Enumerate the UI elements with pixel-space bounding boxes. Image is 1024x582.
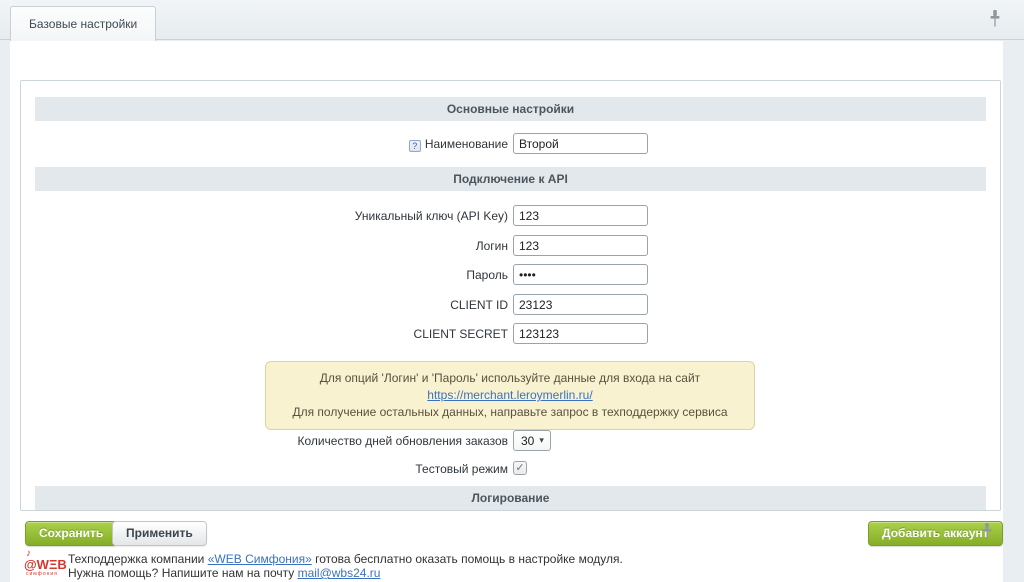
client-secret-input[interactable] xyxy=(513,323,648,344)
chevron-down-icon: ▾ xyxy=(539,435,544,446)
field-row-order-days: Количество дней обновления заказов 30 ▾ xyxy=(21,430,1000,452)
support-line1: Техподдержка компании xyxy=(68,552,208,566)
web-symphony-link[interactable]: «WEB Симфония» xyxy=(208,552,312,566)
name-label-text: Наименование xyxy=(425,137,508,151)
test-mode-checkbox[interactable]: ✓ xyxy=(513,461,527,475)
section-title: Подключение к API xyxy=(453,172,568,186)
support-text: Техподдержка компании «WEB Симфония» гот… xyxy=(68,552,623,580)
pin-icon[interactable] xyxy=(980,522,994,544)
note-line1: Для опций 'Логин' и 'Пароль' используйте… xyxy=(320,371,700,385)
section-header-main: Основные настройки xyxy=(35,97,986,121)
section-header-logging: Логирование xyxy=(35,486,986,510)
field-row-client-secret: CLIENT SECRET xyxy=(21,323,1000,345)
field-row-password: Пароль xyxy=(21,264,1000,286)
field-row-name: ? Наименование xyxy=(21,133,1000,155)
password-label: Пароль xyxy=(21,264,508,286)
tab-label: Базовые настройки xyxy=(29,17,137,31)
password-input[interactable] xyxy=(513,264,648,285)
order-days-select[interactable]: 30 ▾ xyxy=(513,430,551,451)
section-title: Логирование xyxy=(472,491,550,505)
order-days-value: 30 xyxy=(521,434,534,448)
settings-form-panel: Основные настройки ? Наименование Подключ… xyxy=(20,80,1001,511)
support-line1-suffix: готова бесплатно оказать помощь в настро… xyxy=(312,552,623,566)
login-input[interactable] xyxy=(513,235,648,256)
settings-page: Основные настройки ? Наименование Подключ… xyxy=(10,41,1003,582)
apply-button[interactable]: Применить xyxy=(112,521,207,546)
support-line2: Нужна помощь? Напишите нам на почту xyxy=(68,566,298,580)
mail-link[interactable]: mail@wbs24.ru xyxy=(298,566,381,580)
client-id-input[interactable] xyxy=(513,294,648,315)
client-secret-label: CLIENT SECRET xyxy=(21,323,508,345)
tab-basic-settings[interactable]: Базовые настройки xyxy=(10,6,156,41)
login-label: Логин xyxy=(21,235,508,257)
field-row-test-mode: Тестовый режим ✓ xyxy=(21,458,1000,480)
section-header-api: Подключение к API xyxy=(35,167,986,191)
name-label: ? Наименование xyxy=(21,133,508,155)
field-row-client-id: CLIENT ID xyxy=(21,294,1000,316)
order-days-label: Количество дней обновления заказов xyxy=(21,430,508,452)
name-input[interactable] xyxy=(513,133,648,154)
field-row-api-key: Уникальный ключ (API Key) xyxy=(21,205,1000,227)
api-key-label: Уникальный ключ (API Key) xyxy=(21,205,508,227)
logo-text: @WΞB xyxy=(24,557,67,572)
note-line2: Для получение остальных данных, направьт… xyxy=(292,405,727,419)
web-symphony-logo[interactable]: ♪ @WΞB симфония xyxy=(24,553,66,579)
logo-subtext: симфония xyxy=(26,571,58,577)
save-button[interactable]: Сохранить xyxy=(25,521,117,546)
api-key-input[interactable] xyxy=(513,205,648,226)
tab-strip: Базовые настройки xyxy=(0,0,1024,40)
client-id-label: CLIENT ID xyxy=(21,294,508,316)
help-icon[interactable]: ? xyxy=(409,140,421,152)
help-note: Для опций 'Логин' и 'Пароль' используйте… xyxy=(265,361,755,430)
test-mode-label: Тестовый режим xyxy=(21,458,508,480)
section-title: Основные настройки xyxy=(447,102,574,116)
pin-icon[interactable] xyxy=(988,9,1002,31)
merchant-link[interactable]: https://merchant.leroymerlin.ru/ xyxy=(427,388,592,402)
field-row-login: Логин xyxy=(21,235,1000,257)
